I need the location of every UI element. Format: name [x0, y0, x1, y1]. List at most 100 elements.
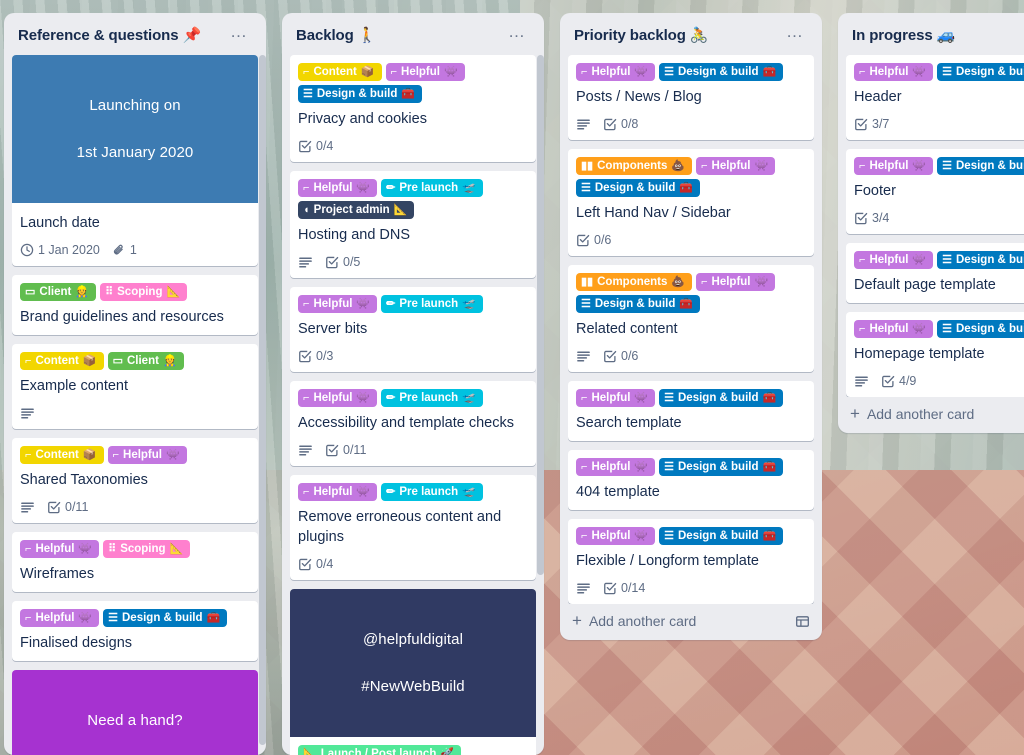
card-label[interactable]: ⌐ Helpful 👾: [854, 157, 934, 175]
card-label[interactable]: ⌐ Content 📦: [298, 63, 382, 81]
card-label[interactable]: ⌐ Helpful 👾: [854, 63, 934, 81]
card-title: Finalised designs: [20, 635, 133, 651]
card-label[interactable]: ⌐ Helpful 👾: [298, 389, 378, 407]
card[interactable]: Launching on 1st January 2020 Launch date 1…: [12, 55, 258, 266]
card[interactable]: ▮▮ Components 💩 ⌐ Helpful 👾 ☰ Design & build 🧰 Le…: [568, 149, 814, 256]
label-pattern-icon: ▮▮: [581, 159, 594, 172]
label-text: Client: [126, 355, 159, 367]
list-scrollbar[interactable]: [537, 55, 544, 575]
add-another-card-button[interactable]: + Add another card: [838, 397, 1024, 433]
list-menu-icon[interactable]: …: [502, 23, 532, 44]
card-label[interactable]: ▭ Client 👷: [107, 352, 184, 370]
card-label[interactable]: ◖ Project admin 📐: [298, 201, 415, 219]
card-label[interactable]: ⌐ Content 📦: [20, 446, 104, 464]
card[interactable]: ▭ Client 👷 ⠿ Scoping 📐 Brand guidelines and re…: [12, 275, 258, 335]
checklist-icon: [298, 349, 312, 363]
card[interactable]: ⌐ Helpful 👾 ✏ Pre launch 🛫 Remove erroneous co…: [290, 475, 536, 580]
card-label[interactable]: ⌐ Helpful 👾: [576, 63, 656, 81]
card-label[interactable]: ✏ Pre launch 🛫: [381, 179, 483, 197]
card[interactable]: ⌐ Helpful 👾 ⠿ Scoping 📐 Wireframes: [12, 532, 258, 592]
card[interactable]: ⌐Helpful👾☰Design & build🧰Homepage templa…: [846, 312, 1024, 397]
card-label[interactable]: ☰Design & build🧰: [659, 458, 784, 476]
card-label[interactable]: ☰Design & build🧰: [937, 251, 1024, 269]
card[interactable]: ⌐ Helpful 👾 ☰ Design & build 🧰 Flexible / Long…: [568, 519, 814, 604]
card[interactable]: ⌐ Helpful 👾 ✏ Pre launch 🛫 Server bits 0/3: [290, 287, 536, 372]
card-label[interactable]: 📐 Launch / Post launch 🚀: [298, 745, 462, 755]
card[interactable]: Need a hand?support@helpfuldigital.com: [12, 670, 258, 755]
card-label[interactable]: ☰Design & build🧰: [576, 295, 701, 313]
card-label[interactable]: ⌐ Helpful 👾: [854, 320, 934, 338]
card-label[interactable]: ☰Design & build🧰: [937, 320, 1024, 338]
card-label[interactable]: ⌐ Helpful 👾: [696, 157, 776, 175]
card-label[interactable]: ☰Design & build🧰: [659, 527, 784, 545]
card[interactable]: ⌐ Helpful 👾 ✏ Pre launch 🛫 Accessibility and t…: [290, 381, 536, 466]
label-text: Helpful: [591, 461, 631, 473]
list-title[interactable]: In progress 🚙: [852, 26, 955, 44]
add-another-card-button[interactable]: + Add another card: [560, 604, 822, 640]
card[interactable]: ⌐ Helpful 👾 ☰ Design & build 🧰 Finalised desig…: [12, 601, 258, 661]
card[interactable]: @helpfuldigital #NewWebBuild 📐 Launch / Pos…: [290, 589, 536, 755]
label-pattern-icon: ✏: [386, 391, 396, 404]
card-title: 404 template: [576, 484, 660, 500]
card-badge: [20, 500, 35, 515]
card-label[interactable]: ☰Design & build🧰: [937, 63, 1024, 81]
description-icon: [298, 443, 313, 458]
card-label[interactable]: ✏ Pre launch 🛫: [381, 295, 483, 313]
card[interactable]: ⌐ Helpful 👾 ☰ Design & build 🧰 Search template: [568, 381, 814, 441]
card-label[interactable]: ⌐ Helpful 👾: [20, 609, 100, 627]
label-pattern-icon: ⠿: [105, 285, 114, 298]
card-label[interactable]: ⌐ Helpful 👾: [385, 63, 465, 81]
card-label[interactable]: ☰Design & build🧰: [298, 85, 423, 103]
card-label[interactable]: ☰Design & build🧰: [937, 157, 1024, 175]
card[interactable]: ⌐ Helpful 👾 ☰ Design & build 🧰 404 template: [568, 450, 814, 510]
card-label[interactable]: ▭ Client 👷: [20, 283, 97, 301]
label-pattern-icon: ☰: [942, 65, 952, 78]
card-template-icon[interactable]: [795, 614, 810, 629]
label-text: Scoping: [117, 286, 163, 298]
card-label[interactable]: ⠿ Scoping 📐: [100, 283, 188, 301]
card-label[interactable]: ⌐ Helpful 👾: [576, 527, 656, 545]
card[interactable]: ⌐ Helpful 👾 ✏ Pre launch 🛫 ◖ Project admin 📐 Host…: [290, 171, 536, 278]
card-label[interactable]: ⌐ Helpful 👾: [107, 446, 187, 464]
card-label[interactable]: ✏ Pre launch 🛫: [381, 483, 483, 501]
card-label[interactable]: ☰Design & build🧰: [103, 609, 228, 627]
card[interactable]: ⌐Helpful👾☰Design & build🧰Footer3/4: [846, 149, 1024, 234]
card[interactable]: ⌐Helpful👾☰Design & build🧰Default page te…: [846, 243, 1024, 303]
card-labels: ⌐Helpful👾 ☰ Design & build🧰: [576, 527, 806, 545]
list-scrollbar[interactable]: [259, 55, 266, 745]
card[interactable]: ⌐Helpful👾☰Design & build🧰Header3/7: [846, 55, 1024, 140]
card[interactable]: ⌐ Content 📦 ▭ Client 👷 Example content: [12, 344, 258, 429]
card-label[interactable]: ⌐ Helpful 👾: [854, 251, 934, 269]
list-title[interactable]: Priority backlog 🚴: [574, 26, 709, 44]
card-label[interactable]: ⌐ Content 📦: [20, 352, 104, 370]
card-label[interactable]: ▮▮ Components 💩: [576, 157, 693, 175]
card-label[interactable]: ⌐ Helpful 👾: [20, 540, 100, 558]
list-reference-questions: Reference & questions 📌 … Launching on 1st …: [4, 13, 266, 755]
card[interactable]: ⌐ Helpful 👾 ☰ Design & build 🧰 Posts / News / …: [568, 55, 814, 140]
card-label[interactable]: ⌐ Helpful 👾: [298, 483, 378, 501]
card[interactable]: ▮▮ Components 💩 ⌐ Helpful 👾 ☰ Design & build 🧰 Re…: [568, 265, 814, 372]
card-label[interactable]: ⌐ Helpful 👾: [696, 273, 776, 291]
card-labels: ⌐Helpful👾 ☰ Design & build🧰: [576, 458, 806, 476]
card-label[interactable]: ☰Design & build🧰: [659, 63, 784, 81]
card-label[interactable]: ⌐ Helpful 👾: [576, 389, 656, 407]
card[interactable]: ⌐ Content 📦 ⌐ Helpful 👾 Shared Taxonomies 0/11: [12, 438, 258, 523]
card-labels: ⌐ Content 📦 ⌐ Helpful 👾 ☰ Design & build 🧰: [298, 63, 528, 103]
card-label[interactable]: ▮▮ Components 💩: [576, 273, 693, 291]
list-menu-icon[interactable]: …: [224, 23, 254, 44]
card-label[interactable]: ✏ Pre launch 🛫: [381, 389, 483, 407]
list-header: Reference & questions 📌 …: [4, 13, 266, 55]
card-label[interactable]: ⠿ Scoping 📐: [103, 540, 191, 558]
card-label[interactable]: ☰Design & build🧰: [576, 179, 701, 197]
card[interactable]: ⌐ Content 📦 ⌐ Helpful 👾 ☰ Design & build 🧰 Privac…: [290, 55, 536, 162]
label-text: Helpful: [313, 486, 353, 498]
card-badges: 0/6: [576, 230, 806, 250]
card-label[interactable]: ⌐ Helpful 👾: [298, 179, 378, 197]
card-label[interactable]: ☰Design & build🧰: [659, 389, 784, 407]
card-label[interactable]: ⌐ Helpful 👾: [576, 458, 656, 476]
list-title[interactable]: Backlog 🚶: [296, 26, 376, 44]
card-badges: 0/8: [576, 114, 806, 134]
list-menu-icon[interactable]: …: [780, 23, 810, 44]
list-title[interactable]: Reference & questions 📌: [18, 26, 201, 44]
card-label[interactable]: ⌐ Helpful 👾: [298, 295, 378, 313]
